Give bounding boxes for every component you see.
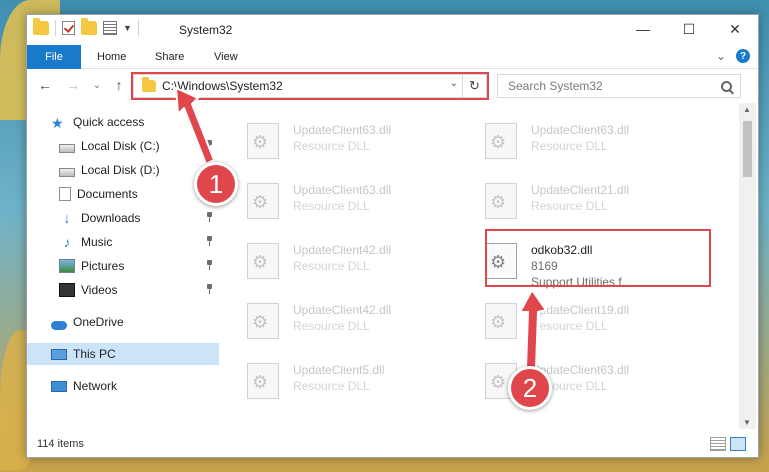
arrow-2 [519,289,547,369]
step-1-badge: 1 [194,162,238,206]
tutorial-arrows [175,87,547,369]
step-2-badge: 2 [508,366,552,410]
arrow-1 [175,87,215,165]
